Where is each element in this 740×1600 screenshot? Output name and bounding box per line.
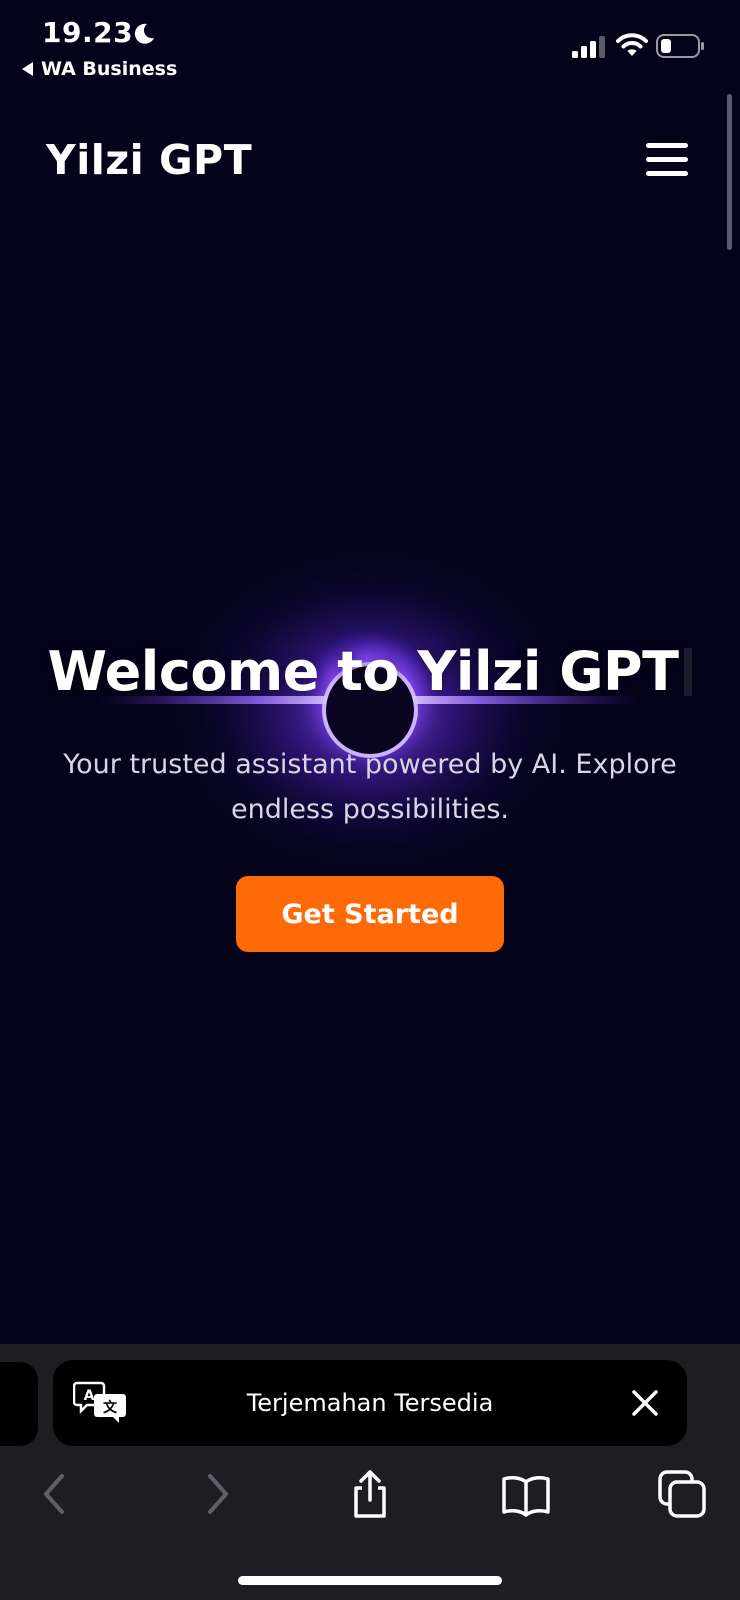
hero-subtitle-line-1: Your trusted assistant powered by AI. Ex… [63, 749, 677, 780]
hamburger-menu-icon[interactable] [646, 143, 688, 181]
close-icon[interactable] [631, 1389, 659, 1417]
wifi-icon [616, 33, 648, 56]
hero-subtitle: Your trusted assistant powered by AI. Ex… [20, 742, 720, 832]
site-logo[interactable]: Yilzi GPT [46, 136, 252, 184]
hero-subtitle-line-2: endless possibilities. [231, 794, 509, 825]
battery-icon [656, 34, 704, 58]
hero-title-text: Welcome to Yilzi GPT [47, 640, 679, 703]
back-to-app-link[interactable]: WA Business [22, 58, 177, 80]
moon-icon [134, 23, 154, 44]
status-time: 19.23 [42, 16, 134, 49]
hamburger-line [646, 157, 688, 162]
translation-banner[interactable]: Terjemahan Tersedia A 文 [53, 1360, 687, 1446]
back-app-label: WA Business [41, 58, 178, 80]
hamburger-line [646, 143, 688, 148]
get-started-button[interactable]: Get Started [236, 876, 504, 952]
share-icon[interactable] [344, 1468, 396, 1520]
tabs-icon[interactable] [656, 1468, 708, 1520]
hero-title: Welcome to Yilzi GPT [0, 640, 740, 703]
bookmarks-icon[interactable] [500, 1468, 552, 1520]
forward-arrow-icon[interactable] [190, 1468, 242, 1520]
translate-icon: A 文 [73, 1381, 126, 1423]
browser-screen: 19.23 WA Business Yilzi GPT Welcome to Y… [0, 0, 740, 1600]
status-bar: 19.23 WA Business [0, 0, 740, 90]
previous-banner-card[interactable] [0, 1362, 38, 1446]
translation-banner-text: Terjemahan Tersedia [246, 1389, 494, 1417]
home-indicator[interactable] [238, 1576, 502, 1585]
svg-text:A: A [84, 1388, 95, 1404]
hamburger-line [646, 171, 688, 176]
back-arrow-icon[interactable] [30, 1468, 82, 1520]
black-hole-glow-graphic [100, 530, 640, 890]
signal-icon [572, 36, 605, 58]
typing-cursor [684, 648, 693, 696]
svg-text:文: 文 [103, 1399, 118, 1416]
back-triangle-icon [22, 62, 33, 76]
scroll-indicator[interactable] [727, 94, 732, 250]
